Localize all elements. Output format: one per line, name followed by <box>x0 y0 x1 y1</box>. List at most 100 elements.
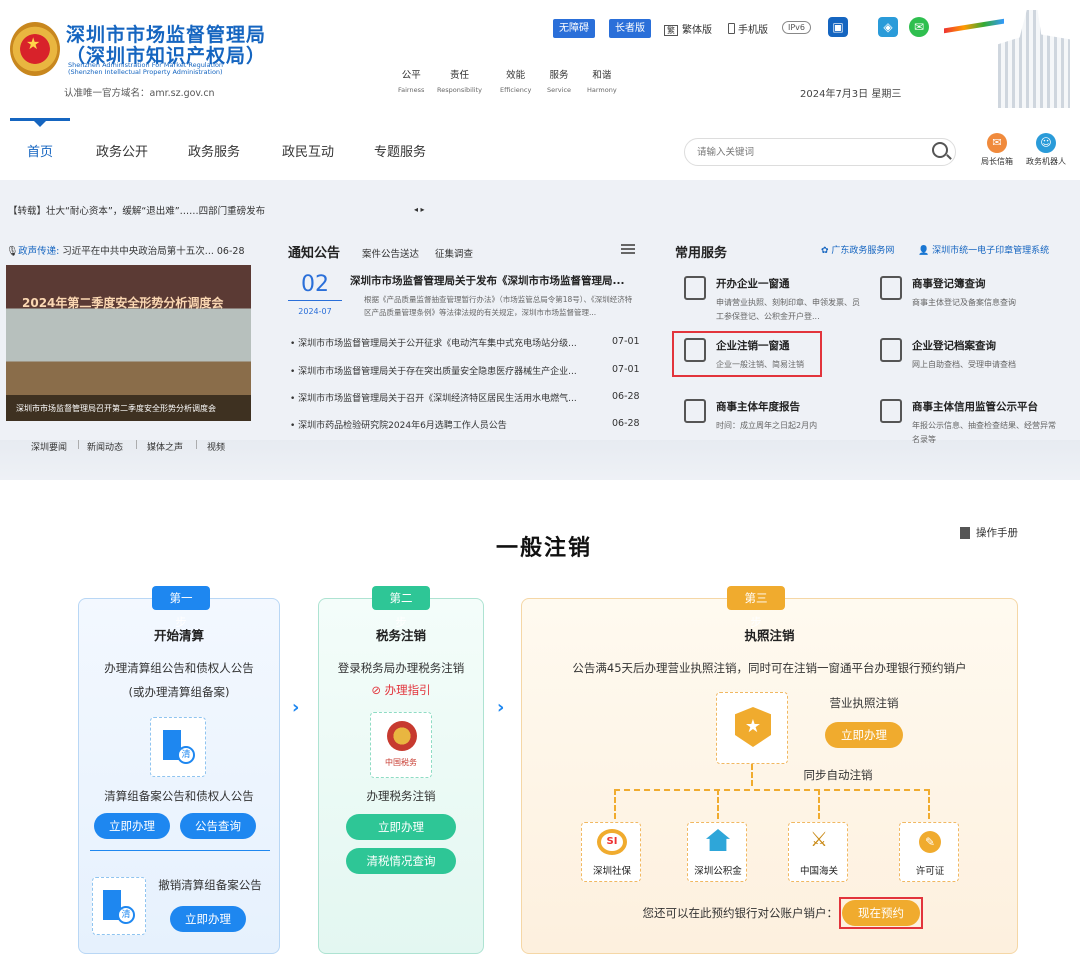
flow-line <box>751 764 753 786</box>
house-icon <box>706 829 730 851</box>
revoke-icon: 清 <box>92 877 146 935</box>
notice-item[interactable]: • 深圳市市场监督管理局关于存在突出质量安全隐患医疗器械生产企业... <box>290 364 577 377</box>
chevron-right-icon: › <box>292 697 300 718</box>
barrier-free-button[interactable]: 无障碍 <box>553 19 595 38</box>
notice-item[interactable]: • 深圳市市场监督管理局关于召开《深圳经济特区居民生活用水电燃气... <box>290 391 577 404</box>
service-business-setup[interactable]: 开办企业一窗通 申请营业执照、刻制印章、申领发票、员工参保登记、公积金开户登... <box>684 276 874 326</box>
liquidation-icon: 清 <box>150 717 206 777</box>
step3-card <box>521 598 1018 954</box>
step1-desc: 办理清算组公告和债权人公告 <box>104 661 254 675</box>
motto-efficiency: 效能 Efficiency <box>500 70 532 94</box>
miniprogram-icon[interactable]: ◈ <box>878 17 898 37</box>
customs-key-icon: ⚔ <box>810 827 828 851</box>
notice-query-button[interactable]: 公告查询 <box>180 813 256 839</box>
notice-item[interactable]: • 深圳市药品检验研究院2024年6月选聘工作人员公告 <box>290 418 507 431</box>
police-emblem-logo <box>10 22 60 76</box>
gd-gov-icon: ✿ <box>821 246 829 256</box>
mailbox-icon: ✉ <box>987 133 1007 153</box>
service-credit-platform[interactable]: 商事主体信用监管公示平台 年报公示信息、抽查检查结果、经营异常名录等 <box>880 399 1070 449</box>
traditional-chinese-link[interactable]: 繁繁体版 <box>664 21 712 36</box>
motto-fairness: 公平 Fairness <box>398 70 425 94</box>
step1-sub2: 撤销清算组备案公告 <box>158 878 262 892</box>
license-apply-button[interactable]: 立即办理 <box>825 722 903 748</box>
tab-case-notice[interactable]: 案件公告送达 <box>362 246 419 260</box>
motto-harmony: 和谐 Harmony <box>587 70 617 94</box>
license-permit-target: ✎ 许可证 <box>899 822 959 882</box>
permit-icon: ✎ <box>919 831 941 853</box>
user-icon: 👤 <box>918 246 930 256</box>
gov-robot-button[interactable]: ☺ 政务机器人 <box>1024 133 1068 167</box>
book-icon <box>960 527 970 539</box>
step1-badge: 第一步 <box>152 586 210 629</box>
sync-auto-label: 同步自动注销 <box>803 768 873 782</box>
link-media-voice[interactable]: 媒体之声 <box>147 440 183 453</box>
link-video[interactable]: 视频 <box>207 440 225 453</box>
photo-caption[interactable]: 深圳市市场监督管理局召开第二季度安全形势分析调度会 <box>6 395 251 421</box>
license-badge-icon: ★ <box>716 692 788 764</box>
e-seal-system-link[interactable]: 👤 深圳市统一电子印章管理系统 <box>918 243 1049 256</box>
tax-guide-link[interactable]: ⊘ 办理指引 <box>318 682 484 698</box>
step3-title: 执照注销 <box>744 628 795 643</box>
notice-item[interactable]: • 深圳市市场监督管理局关于公开征求《电动汽车集中式充电场站分级... <box>290 336 577 349</box>
more-menu-icon[interactable] <box>621 244 635 254</box>
liquidation-apply-button[interactable]: 立即办理 <box>94 813 170 839</box>
nav-gov-affairs-open[interactable]: 政务公开 <box>96 141 148 160</box>
search-input[interactable] <box>684 138 956 166</box>
wechat-icon[interactable]: ✉ <box>909 17 929 37</box>
notice-date: 06-28 <box>612 391 640 402</box>
link-news-updates[interactable]: 新闻动态 <box>87 440 123 453</box>
notice-date: 07-01 <box>612 364 640 375</box>
credit-icon <box>880 399 902 423</box>
step2-sub: 办理税务注销 <box>366 789 436 803</box>
nav-gov-services[interactable]: 政务服务 <box>188 141 240 160</box>
service-annual-report[interactable]: 商事主体年度报告 时间：成立周年之日起2月内 <box>684 399 874 439</box>
microphone-icon: 🎙 <box>6 246 19 257</box>
deregistration-title: 一般注销 <box>496 536 593 561</box>
news-ticker[interactable]: 【转载】壮大“耐心资本”，缓解“退出难”……四部门重磅发布 <box>8 203 265 217</box>
site-title-en-line2: (Shenzhen Intellectual Property Administ… <box>68 68 223 76</box>
flow-line <box>717 789 719 819</box>
search-icon[interactable] <box>932 142 948 158</box>
service-archive-query[interactable]: 企业登记档案查询 网上自助查档、受理申请查档 <box>880 338 1070 378</box>
flow-line <box>818 789 820 819</box>
step2-badge: 第二步 <box>372 586 430 629</box>
license-dereg-label: 营业执照注销 <box>829 696 899 710</box>
nav-home[interactable]: 首页 <box>27 141 53 160</box>
director-mailbox-button[interactable]: ✉ 局长信箱 <box>975 133 1019 167</box>
nav-interaction[interactable]: 政民互动 <box>282 141 334 160</box>
motto-service: 服务 Service <box>547 70 572 94</box>
notices-title[interactable]: 通知公告 <box>288 242 340 261</box>
service-registry-query[interactable]: 商事登记簿查询 商事主体登记及备案信息查询 <box>880 276 1070 326</box>
tax-apply-button[interactable]: 立即办理 <box>346 814 456 840</box>
notice-date: 06-28 <box>612 418 640 429</box>
tab-survey[interactable]: 征集调查 <box>435 246 473 260</box>
mobile-version-link[interactable]: 手机版 <box>728 21 768 36</box>
forbidden-icon: ⊘ <box>371 683 381 697</box>
nav-active-arrow <box>34 121 46 127</box>
motto-responsibility: 责任 Responsibility <box>437 70 482 94</box>
step3-desc: 公告满45天后办理营业执照注销，同时可在注销一窗通平台办理银行预约销户 <box>572 661 967 675</box>
ticker-arrows[interactable]: ◂ ▸ <box>414 205 425 214</box>
current-date: 2024年7月3日 星期三 <box>800 89 902 100</box>
flow-branch <box>614 789 930 819</box>
manual-link[interactable]: 操作手册 <box>960 525 1018 540</box>
link-sz-news[interactable]: 深圳要闻 <box>31 440 67 453</box>
archive-icon <box>880 338 902 362</box>
step1-sub1: 清算组备案公告和债权人公告 <box>104 789 254 803</box>
featured-notice-desc: 根据《产品质量监督抽查管理暂行办法》（市场监管总局令第18号）、《深圳经济特区产… <box>364 295 633 317</box>
elder-version-button[interactable]: 长者版 <box>609 19 651 38</box>
step3-badge: 第三步 <box>727 586 785 629</box>
bank-account-text: 您还可以在此预约银行对公账户销户： <box>642 906 839 920</box>
featured-notice-title[interactable]: 深圳市市场监督管理局关于发布《深圳市市场监督管理局... <box>350 273 624 288</box>
revoke-apply-button[interactable]: 立即办理 <box>170 906 246 932</box>
featured-date: 02 2024-07 <box>288 272 342 320</box>
app-icon[interactable]: ▣ <box>828 17 848 37</box>
notice-date: 07-01 <box>612 336 640 347</box>
nav-special-services[interactable]: 专题服务 <box>374 141 426 160</box>
gd-gov-service-link[interactable]: ✿ 广东政务服务网 <box>821 243 894 256</box>
broadcast-line[interactable]: 🎙政声传递: 习近平在中共中央政治局第十五次... 06-28 <box>6 243 245 257</box>
shebao-icon: SI <box>597 829 627 855</box>
official-domain: 认准唯一官方域名：amr.sz.gov.cn <box>64 88 215 99</box>
tax-status-query-button[interactable]: 清税情况查询 <box>346 848 456 874</box>
social-insurance-target: SI 深圳社保 <box>581 822 641 882</box>
